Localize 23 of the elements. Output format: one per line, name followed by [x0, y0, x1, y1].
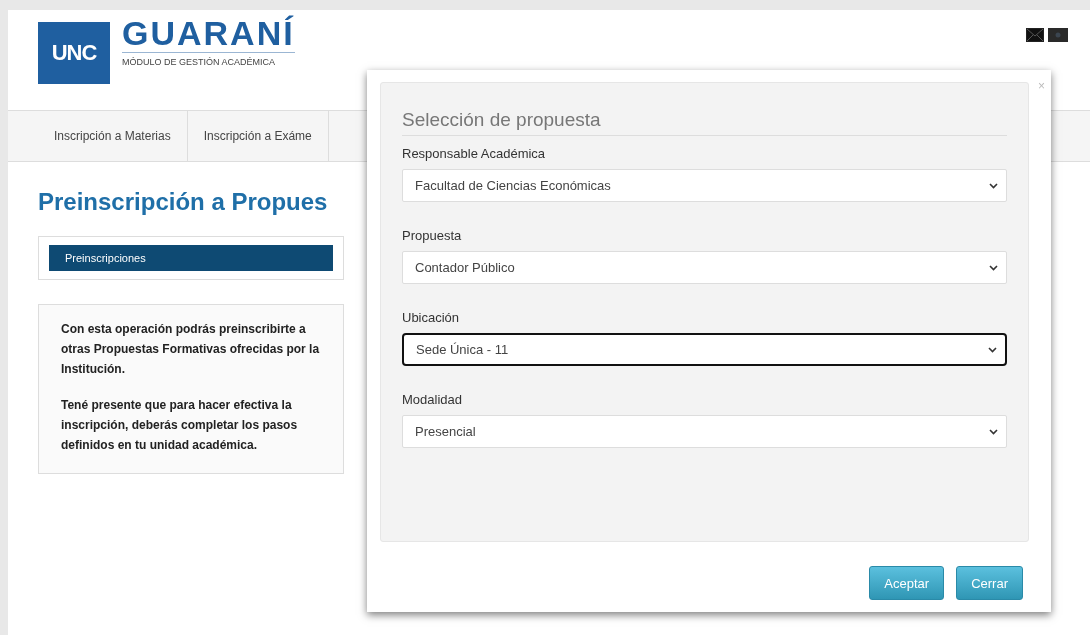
select-field[interactable]: Presencial	[402, 415, 1007, 448]
chevron-down-icon	[989, 428, 998, 435]
info-paragraph: Tené presente que para hacer efectiva la inscripción, deberás completar los pasos definidos en tu unidad académica.	[61, 397, 299, 454]
select-field[interactable]: Sede Única - 11	[402, 333, 1007, 366]
info-paragraph: Con esta operación podrás preinscribirte a otras Propuestas Formativas ofrecidas por la Institución.	[61, 321, 321, 378]
field-label: Propuesta	[402, 228, 463, 243]
logo-badge: UNC	[38, 22, 110, 84]
nav-tab[interactable]: Inscripción a Materias	[38, 111, 188, 161]
chevron-down-icon	[988, 346, 997, 353]
logo-title: GUARANÍ	[122, 14, 295, 53]
mail-icon[interactable]	[1026, 28, 1044, 42]
chevron-down-icon	[989, 182, 998, 189]
logo-subtitle: MÓDULO DE GESTIÓN ACADÉMICA	[122, 57, 277, 67]
field-label: Modalidad	[402, 392, 463, 407]
modal-title: Selección de propuesta	[402, 109, 1007, 136]
page-title: Preinscripción a Propues	[38, 188, 329, 216]
select-field[interactable]: Facultad de Ciencias Económicas	[402, 169, 1007, 202]
nav-tab[interactable]: Inscripción a Exáme	[187, 111, 329, 161]
field-label: Responsable Académica	[402, 146, 547, 161]
sidebar-item[interactable]: Preinscripciones	[49, 245, 333, 271]
chevron-down-icon	[989, 264, 998, 271]
field-label: Ubicación	[402, 310, 461, 325]
select-field[interactable]: Contador Público	[402, 251, 1007, 284]
